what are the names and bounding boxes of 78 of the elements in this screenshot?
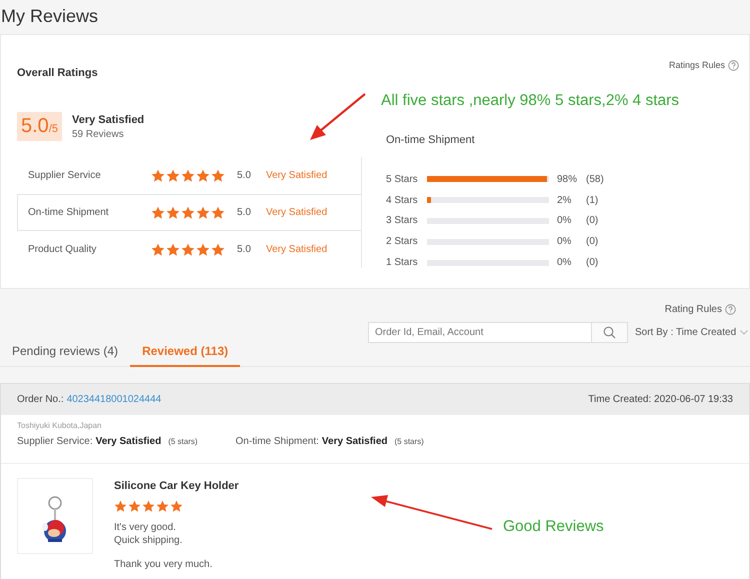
percent-value: 0% — [557, 215, 572, 226]
distribution-title: On-time Shipment — [386, 134, 476, 146]
percent-value: 98% — [557, 174, 578, 185]
rules-link[interactable]: Rating Rules — [664, 304, 722, 315]
search-icon — [603, 326, 616, 339]
category-label: Supplier Service — [28, 170, 102, 181]
percent-value: 0% — [557, 257, 572, 268]
star-icon — [166, 168, 180, 182]
star-icon — [211, 242, 225, 256]
sort-dropdown[interactable]: Sort By : Time Created — [635, 322, 748, 343]
star-icon — [128, 500, 141, 513]
star-icon — [170, 500, 183, 513]
category-verdict: Very Satisfied — [266, 207, 328, 218]
star-icon — [166, 242, 180, 256]
search-field[interactable]: Order Id, Email, Account — [368, 322, 592, 343]
category-score: 5.0 — [237, 207, 252, 218]
star-icon — [151, 206, 165, 220]
review-count: 59 Reviews — [72, 128, 125, 140]
star-icon — [142, 500, 155, 513]
percent-value: 2% — [557, 194, 572, 206]
category-score: 5.0 — [237, 170, 252, 181]
count-value: (1) — [586, 194, 598, 206]
star-icon — [166, 206, 180, 220]
count-value: (0) — [586, 257, 598, 268]
stars-text: (5 stars) — [394, 437, 424, 446]
star-icon — [196, 168, 210, 182]
product-title: Silicone Car Key Holder — [114, 480, 239, 492]
category-score: 5.0 — [237, 244, 252, 255]
count-value: (0) — [586, 236, 598, 248]
section-title: Overall Ratings — [17, 67, 98, 79]
category-verdict: Very Satisfied — [266, 244, 328, 255]
chevron-icon — [740, 330, 748, 335]
star-icon — [196, 242, 210, 256]
star-icon — [196, 206, 210, 220]
rating-row[interactable]: On-time Shipment 5.0 Very Satisfied — [17, 194, 361, 231]
star-label: 1 Stars — [386, 257, 419, 268]
page-title: My Reviews — [0, 5, 100, 28]
star-icon — [151, 168, 165, 182]
review-text: Thank you very much. — [114, 559, 214, 572]
star-icon — [114, 500, 127, 513]
annotation-text: All five stars ,nearly 98% 5 stars,2% 4 stars — [381, 92, 680, 110]
star-label: 2 Stars — [386, 236, 419, 248]
star-icon — [211, 168, 225, 182]
star-icon — [156, 500, 169, 513]
time-created: Time Created: 2020-06-07 19:33 — [588, 394, 733, 405]
star-icon — [211, 206, 225, 220]
stars-text: (5 stars) — [168, 437, 198, 446]
count-value: (0) — [586, 215, 598, 226]
rating-label: On-time Shipment: — [236, 436, 319, 447]
tab[interactable]: Pending reviews (4) — [0, 337, 130, 367]
rules-link[interactable]: Ratings Rules — [668, 60, 725, 70]
help-icon[interactable] — [725, 304, 736, 315]
star-label: 3 Stars — [386, 215, 419, 226]
star-icon — [181, 168, 195, 182]
score-badge: 5.0/5 — [17, 112, 62, 141]
rating-label: Supplier Service: — [17, 436, 93, 447]
category-verdict: Very Satisfied — [266, 170, 328, 181]
star-label: 5 Stars — [386, 174, 419, 185]
overall-verdict: Very Satisfied — [72, 114, 144, 126]
rating-verdict: Very Satisfied — [322, 436, 388, 447]
star-icon — [151, 242, 165, 256]
star-icon — [181, 242, 195, 256]
review-text: It's very good. Quick shipping. — [114, 522, 184, 547]
help-icon[interactable] — [728, 60, 739, 70]
search-button[interactable] — [591, 322, 628, 343]
count-value: (58) — [586, 174, 604, 185]
category-label: On-time Shipment — [28, 207, 110, 218]
rating-verdict: Very Satisfied — [96, 436, 162, 447]
arrow — [310, 93, 366, 140]
category-label: Product Quality — [28, 244, 98, 255]
star-label: 4 Stars — [386, 194, 419, 206]
rating-row[interactable]: Product Quality 5.0 Very Satisfied — [17, 231, 361, 268]
star-icon — [181, 206, 195, 220]
rating-row[interactable]: Supplier Service 5.0 Very Satisfied — [17, 157, 361, 194]
order-label: Order No.: — [17, 394, 64, 405]
percent-value: 0% — [557, 236, 572, 248]
buyer-name: Toshiyuki Kubota,Japan — [17, 421, 102, 430]
annotation-text: Good Reviews — [503, 518, 604, 536]
